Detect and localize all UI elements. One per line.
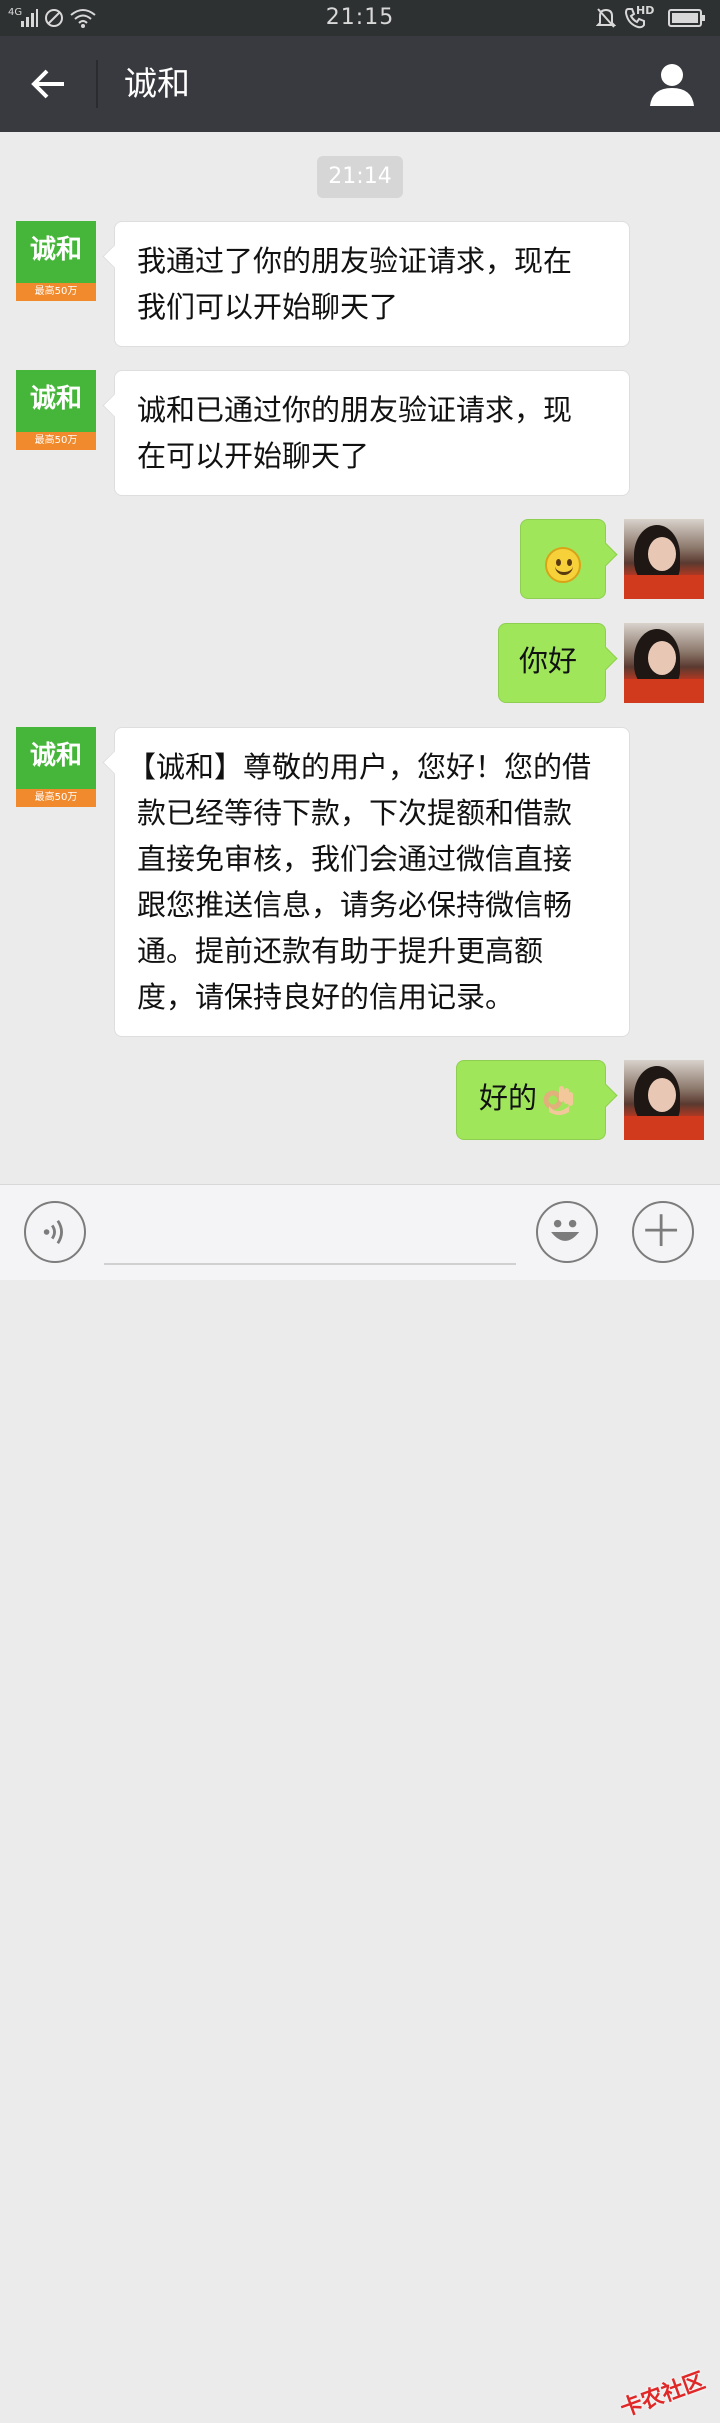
outgoing-message[interactable]: 好的 [456,1060,606,1140]
input-bar: 卡农社区 [0,1184,720,2422]
avatar-brand-strip: 最高50万 [16,432,96,450]
contact-avatar[interactable]: 诚和 最高50万 [16,727,96,807]
voice-input-button[interactable] [24,1201,86,1263]
message-line: 直接免审核，我们会通过微信直接 [137,842,573,876]
contact-avatar[interactable]: 诚和 最高50万 [16,370,96,450]
ok-hand-emoji-icon [543,1086,574,1115]
header-divider [96,60,98,108]
contact-avatar[interactable]: 诚和 最高50万 [16,221,96,301]
my-avatar[interactable] [624,519,704,599]
message-text: 你好 [519,644,578,678]
my-avatar[interactable] [624,1060,704,1140]
voice-icon [43,1219,63,1245]
incoming-message[interactable]: 我通过了你的朋友验证请求，现在 我们可以开始聊天了 [114,221,630,347]
message-text: 好的 [479,1081,538,1115]
message-line: 度，请保持良好的信用记录。 [137,980,515,1014]
chat-header: 诚和 [0,36,720,132]
message-list[interactable]: 21:14 诚和 最高50万 我通过了你的朋友验证请求，现在 我们可以开始聊天了… [0,132,720,1184]
battery-icon [668,9,705,27]
avatar-brand-text: 诚和 [29,384,82,414]
message-line: 通。提前还款有助于提升更高额 [137,934,544,968]
chat-title: 诚和 [124,64,190,103]
emoji-button[interactable] [536,1201,598,1263]
message-line: 我们可以开始聊天了 [137,290,399,324]
incoming-message[interactable]: 【诚和】尊敬的用户，您好！您的借 款已经等待下款，下次提额和借款 直接免审核，我… [114,727,630,1037]
emoji-face-icon [551,1219,580,1241]
message-line: 我通过了你的朋友验证请求，现在 [137,244,573,278]
watermark-logo: 卡农社区 [617,2368,709,2423]
my-avatar[interactable] [624,623,704,703]
avatar-brand-text: 诚和 [29,741,82,771]
back-arrow-icon[interactable] [30,66,66,102]
outgoing-message[interactable] [520,519,606,599]
hd-label: HD [636,4,655,17]
message-timestamp: 21:14 [317,156,403,198]
plus-icon [645,1214,678,1247]
message-input[interactable] [104,1205,516,1265]
message-line: 诚和已通过你的朋友验证请求，现 [137,393,573,427]
avatar-brand-strip: 最高50万 [16,283,96,301]
avatar-brand-strip: 最高50万 [16,789,96,807]
more-actions-button[interactable] [632,1201,694,1263]
smile-emoji-icon [545,547,581,583]
incoming-message[interactable]: 诚和已通过你的朋友验证请求，现 在可以开始聊天了 [114,370,630,496]
status-bar: 4G 21:15 HD [0,0,720,36]
message-line: 款已经等待下款，下次提额和借款 [137,796,573,830]
outgoing-message[interactable]: 你好 [498,623,606,703]
avatar-brand-text: 诚和 [29,235,82,265]
message-line: 跟您推送信息，请务必保持微信畅 [137,888,573,922]
muted-bell-icon [596,8,616,28]
chat-info-person-icon[interactable] [648,60,696,108]
message-line: 【诚和】尊敬的用户，您好！您的借 [127,750,592,784]
message-line: 在可以开始聊天了 [137,439,370,473]
